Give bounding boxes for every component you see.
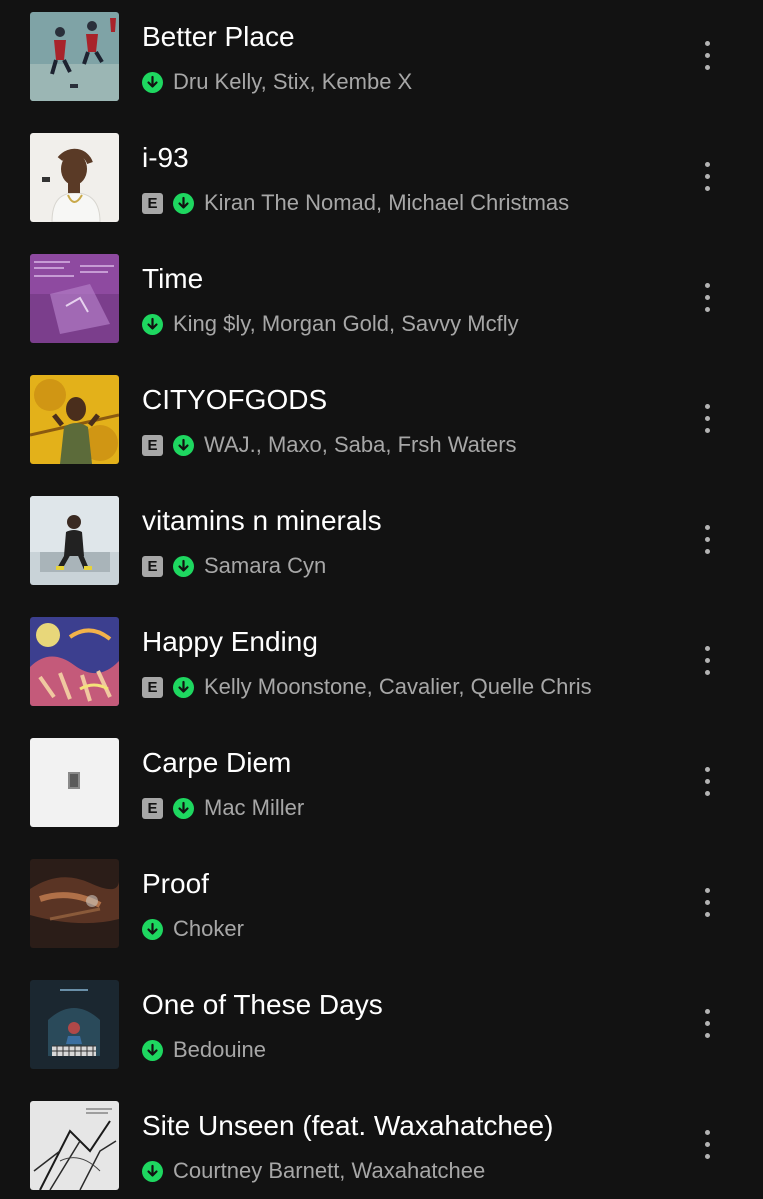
downloaded-arrow-icon [173, 434, 194, 456]
track-artists: Bedouine [173, 1037, 266, 1062]
track-artists: Kelly Moonstone, Cavalier, Quelle Chris [204, 674, 592, 699]
downloaded-arrow-icon [142, 1160, 163, 1182]
album-art [30, 496, 119, 585]
more-options-icon[interactable] [690, 998, 724, 1048]
track-row[interactable]: CITYOFGODS E WAJ., Maxo, Saba, Frsh Wate… [0, 363, 763, 484]
track-artists: Samara Cyn [204, 553, 327, 578]
track-row[interactable]: Site Unseen (feat. Waxahatchee) Courtney… [0, 1089, 763, 1199]
track-artists: Dru Kelly, Stix, Kembe X [173, 69, 413, 94]
track-row[interactable]: Time King $ly, Morgan Gold, Savvy Mcfly [0, 242, 763, 363]
track-artists: Mac Miller [204, 795, 305, 820]
downloaded-arrow-icon [173, 676, 194, 698]
downloaded-arrow-icon [173, 555, 194, 577]
track-title: i-93 [142, 142, 189, 173]
downloaded-arrow-icon [142, 1039, 163, 1061]
track-artists: Choker [173, 916, 244, 941]
track-meta: E Mac Miller [142, 794, 304, 822]
track-meta: E Kiran The Nomad, Michael Christmas [142, 189, 569, 217]
track-row[interactable]: Carpe Diem E Mac Miller [0, 726, 763, 847]
track-title: One of These Days [142, 989, 383, 1020]
more-options-icon[interactable] [690, 877, 724, 927]
track-list: Better Place Dru Kelly, Stix, Kembe X i-… [0, 0, 763, 1199]
explicit-badge: E [142, 434, 163, 456]
track-title: Happy Ending [142, 626, 318, 657]
track-meta: Bedouine [142, 1036, 266, 1064]
more-options-icon[interactable] [690, 30, 724, 80]
track-title: Proof [142, 868, 209, 899]
downloaded-arrow-icon [142, 71, 163, 93]
track-meta: King $ly, Morgan Gold, Savvy Mcfly [142, 310, 519, 338]
album-art [30, 859, 119, 948]
more-options-icon[interactable] [690, 514, 724, 564]
track-title: CITYOFGODS [142, 384, 328, 415]
track-row[interactable]: i-93 E Kiran The Nomad, Michael Christma… [0, 121, 763, 242]
album-art [30, 133, 119, 222]
more-options-icon[interactable] [690, 151, 724, 201]
album-art [30, 617, 119, 706]
more-options-icon[interactable] [690, 756, 724, 806]
explicit-badge: E [142, 555, 163, 577]
more-options-icon[interactable] [690, 635, 724, 685]
downloaded-arrow-icon [142, 918, 163, 940]
explicit-badge: E [142, 676, 163, 698]
track-artists: King $ly, Morgan Gold, Savvy Mcfly [173, 311, 519, 336]
track-row[interactable]: Better Place Dru Kelly, Stix, Kembe X [0, 0, 763, 121]
track-meta: Choker [142, 915, 244, 943]
more-options-icon[interactable] [690, 1119, 724, 1169]
album-art [30, 254, 119, 343]
album-art [30, 375, 119, 464]
track-meta: E Kelly Moonstone, Cavalier, Quelle Chri… [142, 673, 592, 701]
more-options-icon[interactable] [690, 272, 724, 322]
album-art [30, 738, 119, 827]
track-row[interactable]: Happy Ending E Kelly Moonstone, Cavalier… [0, 605, 763, 726]
album-art [30, 980, 119, 1069]
track-meta: Dru Kelly, Stix, Kembe X [142, 68, 412, 96]
track-title: Better Place [142, 21, 295, 52]
downloaded-arrow-icon [142, 313, 163, 335]
track-meta: E Samara Cyn [142, 552, 326, 580]
track-artists: Courtney Barnett, Waxahatchee [173, 1158, 486, 1183]
downloaded-arrow-icon [173, 192, 194, 214]
track-title: Site Unseen (feat. Waxahatchee) [142, 1110, 554, 1141]
track-title: Time [142, 263, 204, 294]
track-artists: Kiran The Nomad, Michael Christmas [204, 190, 570, 215]
track-artists: WAJ., Maxo, Saba, Frsh Waters [204, 432, 517, 457]
track-title: Carpe Diem [142, 747, 292, 778]
track-title: vitamins n minerals [142, 505, 382, 536]
track-row[interactable]: vitamins n minerals E Samara Cyn [0, 484, 763, 605]
track-row[interactable]: Proof Choker [0, 847, 763, 968]
album-art [30, 1101, 119, 1190]
track-meta: E WAJ., Maxo, Saba, Frsh Waters [142, 431, 517, 459]
downloaded-arrow-icon [173, 797, 194, 819]
explicit-badge: E [142, 192, 163, 214]
more-options-icon[interactable] [690, 393, 724, 443]
explicit-badge: E [142, 797, 163, 819]
track-meta: Courtney Barnett, Waxahatchee [142, 1157, 485, 1185]
track-row[interactable]: One of These Days Bedouine [0, 968, 763, 1089]
album-art [30, 12, 119, 101]
